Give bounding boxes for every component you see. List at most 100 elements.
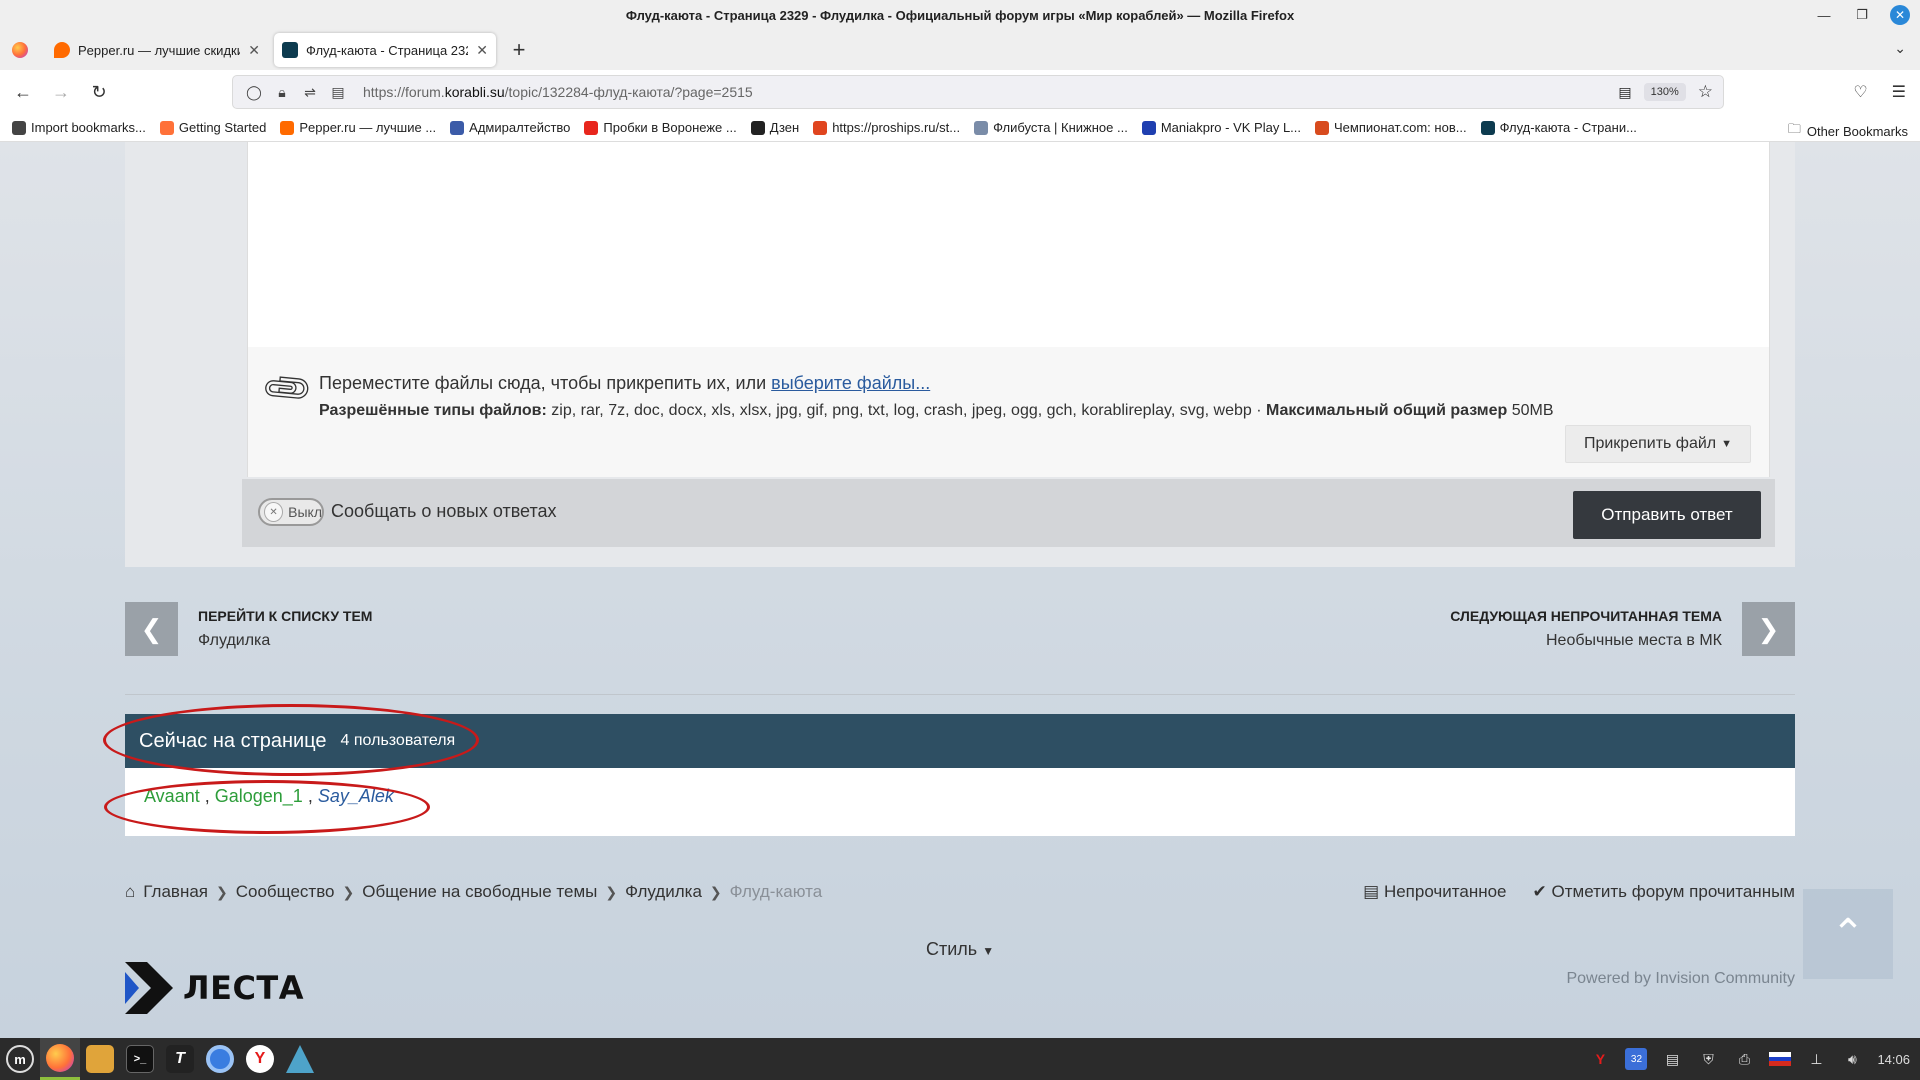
maximize-icon[interactable]: ❐ — [1852, 5, 1872, 25]
printer-icon[interactable]: ⎙ — [1733, 1048, 1755, 1070]
online-title: Сейчас на странице — [139, 729, 327, 752]
check-icon: ✔ — [1532, 882, 1547, 901]
russian-flag-icon — [1769, 1052, 1792, 1066]
text-editor-taskbar-icon[interactable]: T — [160, 1038, 200, 1080]
bookmark-favicon-icon — [450, 120, 465, 135]
chevron-right-icon: ❯ — [342, 883, 355, 900]
bookmark-label: Чемпионат.com: нов... — [1334, 120, 1467, 135]
new-tab-button[interactable]: + — [504, 35, 534, 65]
bookmark-item[interactable]: Maniakpro - VK Play L... — [1141, 120, 1301, 135]
terminal-taskbar-icon[interactable]: >_ — [120, 1038, 160, 1080]
menu-icon[interactable]: ☰ — [1892, 82, 1906, 102]
lesta-logo[interactable]: ЛЕСТА — [125, 962, 304, 1014]
bookmark-item[interactable]: Дзен — [750, 120, 800, 135]
prev-arrow-icon[interactable]: ❮ — [125, 602, 178, 656]
start-menu-icon[interactable]: m — [0, 1038, 40, 1080]
send-reply-button[interactable]: Отправить ответ — [1573, 491, 1761, 539]
pager-prev-title: Флудилка — [198, 632, 271, 649]
unread-link[interactable]: ▤ Непрочитанное — [1363, 882, 1506, 902]
firefox-taskbar-icon[interactable] — [40, 1038, 80, 1080]
lock-icon[interactable]: 🔒︎ — [271, 84, 293, 101]
bookmark-item[interactable]: Флибуста | Книжное ... — [974, 120, 1128, 135]
permissions-icon[interactable]: ⇌ — [299, 84, 321, 101]
bookmark-favicon-icon — [1480, 120, 1495, 135]
bookmark-item[interactable]: Getting Started — [159, 120, 266, 135]
address-bar[interactable]: ◯ 🔒︎ ⇌ ▤ https://forum.korabli.su/topic/… — [232, 75, 1724, 109]
other-bookmarks[interactable]: 🗀︎ Other Bookmarks — [1788, 120, 1908, 142]
user-link[interactable]: Galogen_1 — [215, 786, 303, 806]
user-link[interactable]: Avaant — [144, 786, 200, 806]
pocket-icon[interactable]: ♡ — [1853, 82, 1867, 102]
bookmark-item[interactable]: Pepper.ru — лучшие ... — [280, 120, 436, 135]
tab-pepper[interactable]: Pepper.ru — лучшие скидки ✕ — [46, 33, 268, 67]
breadcrumb-item[interactable]: Главная — [143, 882, 208, 902]
bookmark-favicon-icon — [974, 120, 989, 135]
back-icon[interactable]: ← — [8, 77, 38, 107]
forward-icon[interactable]: → — [46, 77, 76, 107]
scroll-to-top-button[interactable]: ⌃ — [1803, 889, 1893, 979]
breadcrumb-item[interactable]: Общение на свободные темы — [362, 882, 597, 902]
divider — [125, 694, 1795, 695]
breadcrumb-item[interactable]: Сообщество — [236, 882, 335, 902]
window-title: Флуд-каюта - Страница 2329 - Флудилка - … — [625, 7, 1295, 23]
zoom-level-badge[interactable]: 130% — [1643, 83, 1686, 101]
online-users-header: Сейчас на странице 4 пользователя — [125, 714, 1795, 768]
taskbar: m >_ T Y Y 32 ▤ ⛨ ⎙ ⊥ 🔊︎ 14:06 — [0, 1038, 1920, 1080]
volume-icon[interactable]: 🔊︎ — [1841, 1048, 1863, 1070]
user-link[interactable]: Say_Alek — [318, 786, 394, 806]
go-to-topic-list[interactable]: Перейти к списку тем Флудилка — [198, 608, 372, 650]
clipboard-icon[interactable]: ▤ — [1661, 1048, 1683, 1070]
chevron-right-icon: ❯ — [709, 883, 722, 900]
minimize-icon[interactable]: — — [1814, 5, 1834, 25]
keyboard-layout-icon[interactable] — [1769, 1048, 1792, 1070]
bookmark-item[interactable]: Import bookmarks... — [12, 120, 146, 135]
app-taskbar-icon[interactable] — [280, 1038, 320, 1080]
bookmark-item[interactable]: Пробки в Воронеже ... — [584, 120, 737, 135]
bookmark-label: Дзен — [769, 120, 800, 135]
bookmark-star-icon[interactable]: ☆ — [1698, 82, 1713, 102]
mark-read-link[interactable]: ✔ Отметить форум прочитанным — [1533, 882, 1795, 902]
bookmark-favicon-icon — [12, 120, 26, 135]
bookmark-favicon-icon — [159, 120, 174, 135]
page-info-icon[interactable]: ▤ — [327, 84, 349, 101]
pepper-favicon-icon — [54, 42, 70, 58]
notify-toggle[interactable]: ✕ Выкл — [258, 498, 324, 526]
attachment-dropzone[interactable]: 📎︎ Переместите файлы сюда, чтобы прикреп… — [247, 347, 1770, 477]
style-selector[interactable]: Стиль ▼ — [926, 939, 994, 960]
bookmark-label: https://proships.ru/st... — [832, 120, 961, 135]
chromium-taskbar-icon[interactable] — [200, 1038, 240, 1080]
chevron-right-icon: ❯ — [605, 883, 618, 900]
network-icon[interactable]: ⊥ — [1805, 1048, 1827, 1070]
powered-by-link[interactable]: Powered by Invision Community — [1566, 970, 1795, 988]
close-window-icon[interactable]: ✕ — [1890, 5, 1910, 25]
choose-files-link[interactable]: выберите файлы... — [771, 373, 930, 393]
files-taskbar-icon[interactable] — [80, 1038, 120, 1080]
breadcrumb-item: Флуд-каюта — [729, 882, 823, 901]
separator: , — [199, 786, 215, 806]
next-arrow-icon[interactable]: ❯ — [1742, 602, 1795, 656]
shield-tray-icon[interactable]: ⛨ — [1697, 1048, 1719, 1070]
bookmark-favicon-icon — [280, 120, 295, 135]
reply-submit-row: ✕ Выкл Сообщать о новых ответах Отправит… — [242, 479, 1775, 547]
yandex-browser-taskbar-icon[interactable]: Y — [240, 1038, 280, 1080]
bookmark-item[interactable]: Флуд-каюта - Страни... — [1480, 120, 1637, 135]
firefox-view-icon[interactable] — [0, 30, 40, 70]
close-tab-icon[interactable]: ✕ — [476, 42, 488, 59]
yandex-tray-icon[interactable]: Y — [1589, 1048, 1611, 1070]
clock[interactable]: 14:06 — [1877, 1052, 1910, 1067]
attach-file-button[interactable]: Прикрепить файл ▼ — [1565, 425, 1751, 463]
bookmark-item[interactable]: Адмиралтейство — [450, 120, 570, 135]
reload-icon[interactable]: ↻ — [84, 77, 114, 107]
next-unread-topic[interactable]: Следующая непрочитанная тема Необычные м… — [1450, 608, 1722, 650]
tab-flood-cabin[interactable]: Флуд-каюта - Страница 2329 ✕ — [274, 33, 496, 67]
reader-view-icon[interactable]: ▤ — [1618, 84, 1631, 101]
bookmark-item[interactable]: https://proships.ru/st... — [813, 120, 960, 135]
calendar-tray-icon[interactable]: 32 — [1625, 1048, 1648, 1070]
shield-icon[interactable]: ◯ — [243, 84, 265, 101]
list-all-tabs-icon[interactable]: ⌄ — [1894, 40, 1906, 57]
breadcrumb-item[interactable]: Флудилка — [625, 882, 702, 902]
bookmark-item[interactable]: Чемпионат.com: нов... — [1315, 120, 1467, 135]
reply-editor[interactable] — [247, 142, 1770, 347]
url-text[interactable]: https://forum.korabli.su/topic/132284-фл… — [363, 84, 753, 100]
close-tab-icon[interactable]: ✕ — [248, 42, 260, 59]
